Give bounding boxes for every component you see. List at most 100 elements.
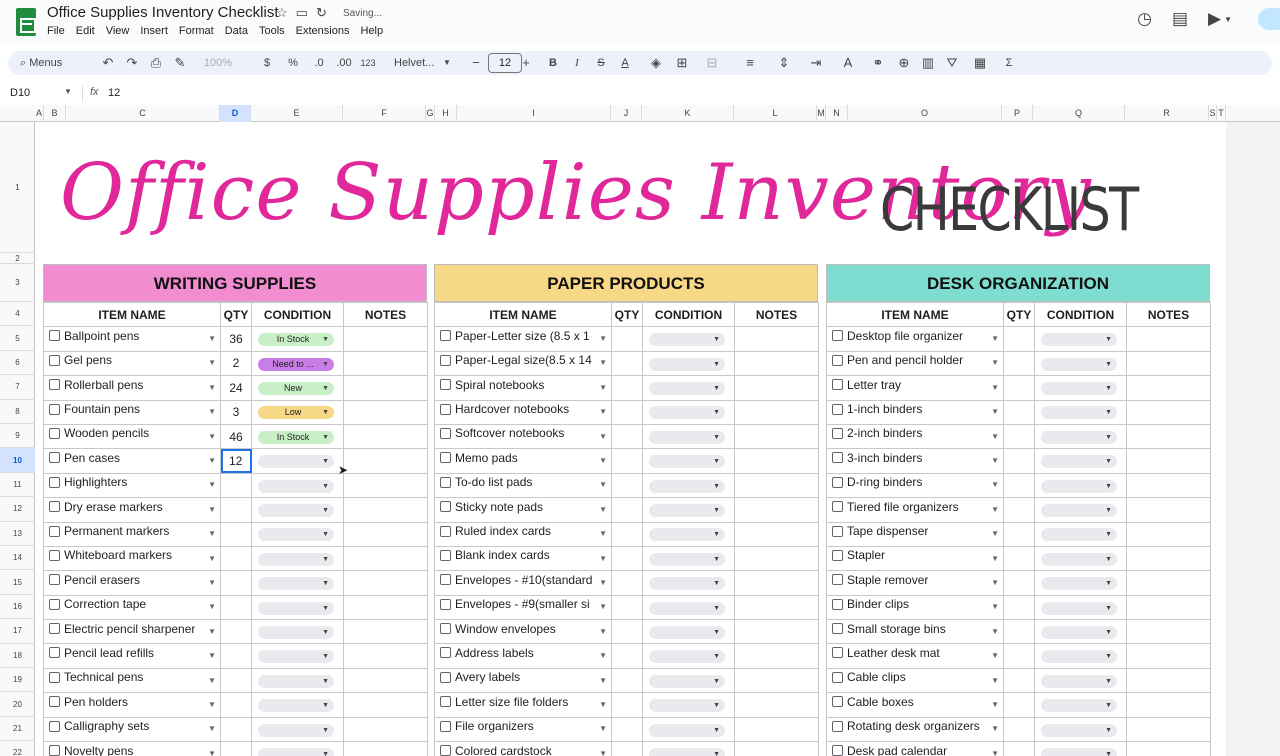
notes-cell[interactable]: [343, 643, 428, 669]
qty-cell[interactable]: [220, 643, 252, 669]
notes-cell[interactable]: [343, 521, 428, 547]
qty-cell[interactable]: [1003, 692, 1035, 718]
row-header-9[interactable]: 9: [0, 424, 35, 449]
item-cell[interactable]: Desk pad calendar ▼: [826, 741, 1004, 756]
qty-cell[interactable]: [1003, 619, 1035, 645]
dropdown-arrow-icon[interactable]: ▼: [599, 718, 607, 740]
dropdown-arrow-icon[interactable]: ▼: [208, 548, 216, 570]
item-cell[interactable]: Spiral notebooks ▼: [434, 375, 612, 401]
condition-cell[interactable]: ▼: [1034, 326, 1127, 352]
text-wrap-icon[interactable]: ⇥: [804, 51, 828, 75]
checkbox[interactable]: [49, 720, 60, 732]
condition-cell[interactable]: ▼: [1034, 692, 1127, 718]
checkbox[interactable]: [49, 354, 60, 366]
italic-button[interactable]: I: [570, 51, 584, 75]
qty-cell[interactable]: [1003, 399, 1035, 425]
qty-cell[interactable]: [1003, 497, 1035, 523]
qty-cell[interactable]: [1003, 350, 1035, 377]
condition-cell[interactable]: ▼: [251, 472, 344, 499]
dropdown-arrow-icon[interactable]: ▼: [208, 523, 216, 545]
condition-cell[interactable]: ▼: [1034, 350, 1127, 377]
condition-cell[interactable]: ▼: [1034, 375, 1127, 401]
checkbox[interactable]: [832, 379, 843, 391]
condition-cell[interactable]: ▼: [642, 448, 735, 474]
dropdown-arrow-icon[interactable]: ▼: [599, 499, 607, 521]
notes-cell[interactable]: [734, 399, 819, 425]
notes-cell[interactable]: [734, 716, 819, 743]
item-cell[interactable]: Rollerball pens ▼: [43, 375, 221, 401]
checkbox[interactable]: [440, 598, 451, 610]
condition-chip[interactable]: ▼: [1041, 552, 1117, 566]
condition-chip[interactable]: ▼: [1041, 528, 1117, 542]
merge-cells-icon[interactable]: ⊟: [700, 51, 724, 75]
notes-cell[interactable]: [734, 643, 819, 669]
notes-cell[interactable]: [343, 545, 428, 572]
condition-chip[interactable]: ▼: [649, 577, 725, 591]
column-header-f[interactable]: F: [343, 105, 426, 122]
menu-format[interactable]: Format: [179, 25, 220, 37]
notes-cell[interactable]: [734, 375, 819, 401]
item-cell[interactable]: Paper-Letter size (8.5 x 1 ▼: [434, 326, 612, 352]
checkbox[interactable]: [49, 671, 60, 683]
item-cell[interactable]: Binder clips ▼: [826, 594, 1004, 621]
dropdown-arrow-icon[interactable]: ▼: [208, 743, 216, 756]
notes-cell[interactable]: [1126, 375, 1211, 401]
checkbox[interactable]: [49, 330, 60, 342]
condition-chip[interactable]: ▼: [258, 747, 334, 756]
condition-chip[interactable]: ▼: [258, 479, 334, 493]
checkbox[interactable]: [49, 403, 60, 415]
dropdown-arrow-icon[interactable]: ▼: [599, 401, 607, 423]
dropdown-arrow-icon[interactable]: ▼: [991, 596, 999, 618]
condition-cell[interactable]: ▼: [251, 667, 344, 694]
condition-chip[interactable]: ▼: [649, 430, 725, 444]
name-box[interactable]: D10: [10, 87, 30, 99]
dropdown-arrow-icon[interactable]: ▼: [208, 670, 216, 692]
qty-cell[interactable]: [1003, 741, 1035, 756]
item-cell[interactable]: Memo pads ▼: [434, 448, 612, 474]
dropdown-arrow-icon[interactable]: ▼: [991, 670, 999, 692]
notes-cell[interactable]: [343, 326, 428, 352]
notes-cell[interactable]: [734, 350, 819, 377]
item-cell[interactable]: Ballpoint pens ▼: [43, 326, 221, 352]
notes-cell[interactable]: [1126, 716, 1211, 743]
qty-cell[interactable]: [1003, 570, 1035, 596]
column-header-n[interactable]: N: [826, 105, 848, 122]
condition-cell[interactable]: ▼: [642, 497, 735, 523]
condition-cell[interactable]: ▼: [1034, 399, 1127, 425]
notes-cell[interactable]: [734, 448, 819, 474]
condition-chip[interactable]: ▼: [649, 382, 725, 396]
history-icon[interactable]: ◷: [1137, 9, 1152, 29]
checkbox[interactable]: [832, 452, 843, 464]
notes-cell[interactable]: [734, 619, 819, 645]
checkbox[interactable]: [49, 452, 60, 464]
dropdown-arrow-icon[interactable]: ▼: [208, 596, 216, 618]
condition-chip[interactable]: ▼: [1041, 747, 1117, 756]
condition-chip[interactable]: ▼: [649, 503, 725, 517]
item-cell[interactable]: Address labels ▼: [434, 643, 612, 669]
row-header-8[interactable]: 8: [0, 400, 35, 424]
row-header-1[interactable]: 1: [0, 122, 35, 253]
checkbox[interactable]: [832, 671, 843, 683]
column-header-e[interactable]: E: [251, 105, 343, 122]
condition-chip[interactable]: ▼: [258, 625, 334, 639]
condition-chip[interactable]: ▼: [649, 650, 725, 664]
item-cell[interactable]: Pen and pencil holder ▼: [826, 350, 1004, 377]
checkbox[interactable]: [440, 452, 451, 464]
condition-chip[interactable]: ▼: [1041, 723, 1117, 737]
notes-cell[interactable]: [343, 716, 428, 743]
notes-cell[interactable]: [734, 423, 819, 450]
item-cell[interactable]: Pencil lead refills ▼: [43, 643, 221, 669]
condition-cell[interactable]: ▼: [251, 594, 344, 621]
item-cell[interactable]: Hardcover notebooks ▼: [434, 399, 612, 425]
item-cell[interactable]: Paper-Legal size(8.5 x 14 ▼: [434, 350, 612, 377]
row-header-5[interactable]: 5: [0, 326, 35, 351]
item-cell[interactable]: Tiered file organizers ▼: [826, 497, 1004, 523]
dropdown-arrow-icon[interactable]: ▼: [599, 352, 607, 374]
checkbox[interactable]: [49, 476, 60, 488]
condition-cell[interactable]: ▼: [642, 545, 735, 572]
row-header-13[interactable]: 13: [0, 522, 35, 546]
checkbox[interactable]: [49, 379, 60, 391]
condition-cell[interactable]: ▼: [1034, 423, 1127, 450]
currency-button[interactable]: $: [260, 51, 274, 75]
menu-insert[interactable]: Insert: [140, 25, 174, 37]
